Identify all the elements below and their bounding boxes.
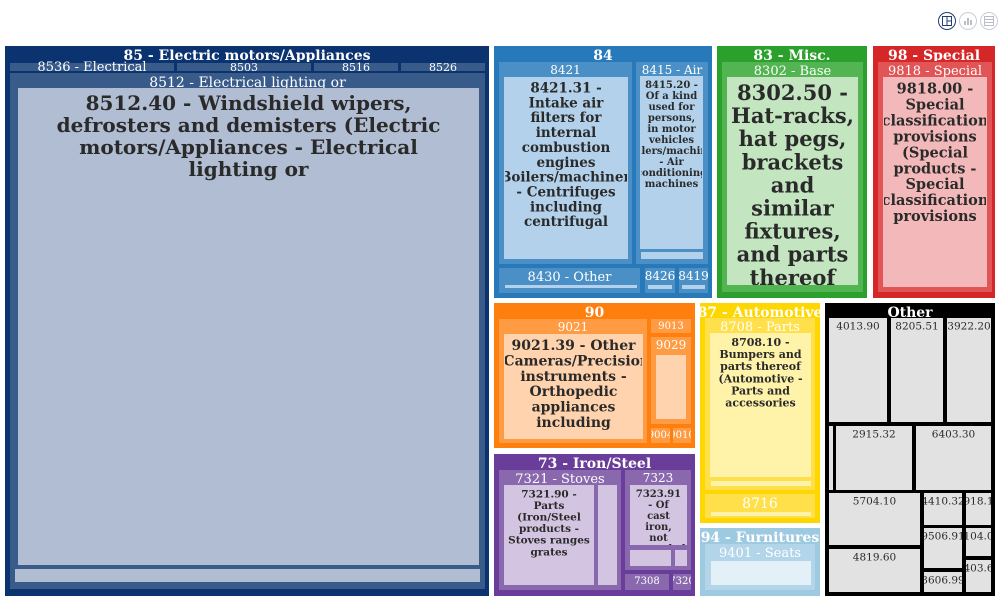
treemap-node-label-9010: 9010 bbox=[669, 430, 694, 441]
treemap-node-label-4410-32: 4410.32 bbox=[921, 496, 964, 508]
treemap-leaf-9029-20[interactable] bbox=[656, 355, 686, 419]
treemap-node-label-8419: 8419 bbox=[678, 269, 709, 283]
treemap-node-label-8421: 8421 bbox=[550, 63, 581, 77]
treemap-node-label-2915-32: 2915.32 bbox=[852, 429, 895, 441]
treemap-node-label-7323: 7323 bbox=[643, 471, 674, 485]
treemap-node-3922-20[interactable] bbox=[947, 318, 991, 422]
treemap-node-label-8415: 8415 - Air bbox=[642, 63, 703, 77]
treemap-node-8205-51[interactable] bbox=[891, 318, 943, 422]
treemap-node-label-8426: 8426 bbox=[645, 269, 676, 283]
treemap-node-label-7320: 7320 bbox=[669, 576, 694, 587]
treemap-node-label-3606-99: 3606.99 bbox=[921, 575, 964, 587]
treemap-node-label-8716: 8716 bbox=[742, 496, 778, 512]
treemap-node-label-9506-91: 9506.91 bbox=[921, 531, 964, 543]
treemap-chart: 85 - Electric motors/Appliances8536 - El… bbox=[5, 46, 995, 596]
treemap-leaf-8419-89[interactable] bbox=[682, 285, 705, 289]
treemap-node-label-8708: 8708 - Parts bbox=[720, 320, 800, 335]
treemap-node-label-7321: 7321 - Stoves bbox=[515, 472, 604, 487]
treemap-node-sliver[interactable] bbox=[829, 426, 833, 490]
treemap-node-label-7308: 7308 bbox=[634, 576, 659, 587]
treemap-node-label-3922-20: 3922.20 bbox=[947, 321, 990, 333]
treemap-node-label-9021: 9021 bbox=[558, 320, 589, 334]
treemap-node-label-5704-10: 5704.10 bbox=[853, 496, 896, 508]
treemap-node-label-8430: 8430 - Other bbox=[528, 270, 613, 285]
treemap-leaf-8512-90[interactable] bbox=[15, 569, 480, 582]
treemap-node-label-9004: 9004 bbox=[648, 430, 673, 441]
treemap-leaf-8708-99[interactable] bbox=[711, 481, 811, 486]
treemap-node-label-8302: 8302 - Base bbox=[754, 64, 832, 79]
treemap-node-label-9818: 9818 - Special bbox=[888, 64, 982, 79]
treemap-leaf-7323-10[interactable] bbox=[675, 550, 687, 566]
treemap-node-label-8205-51: 8205.51 bbox=[895, 321, 938, 333]
treemap-leaf-8426-99[interactable] bbox=[648, 285, 672, 289]
treemap-node-label-9401: 9401 - Seats bbox=[719, 546, 801, 561]
treemap-leaf-8415-90[interactable] bbox=[641, 252, 703, 259]
treemap-leaf-9401-90[interactable] bbox=[711, 561, 811, 585]
treemap-node-label-9013: 9013 bbox=[658, 321, 683, 332]
treemap-leaf-8430-49[interactable] bbox=[505, 285, 637, 288]
treemap-node-label-9029: 9029 bbox=[656, 338, 687, 352]
treemap-leaf-7321-11[interactable] bbox=[598, 485, 617, 585]
treemap-leaf-7323-99[interactable] bbox=[630, 550, 671, 566]
treemap-node-4013-90[interactable] bbox=[829, 318, 887, 422]
treemap-node-label-4819-60: 4819.60 bbox=[853, 552, 896, 564]
treemap-node-label-4013-90: 4013.90 bbox=[836, 321, 879, 333]
treemap-node-label-6403-30: 6403.30 bbox=[932, 429, 975, 441]
treemap-leaf-8716[interactable] bbox=[711, 512, 811, 516]
